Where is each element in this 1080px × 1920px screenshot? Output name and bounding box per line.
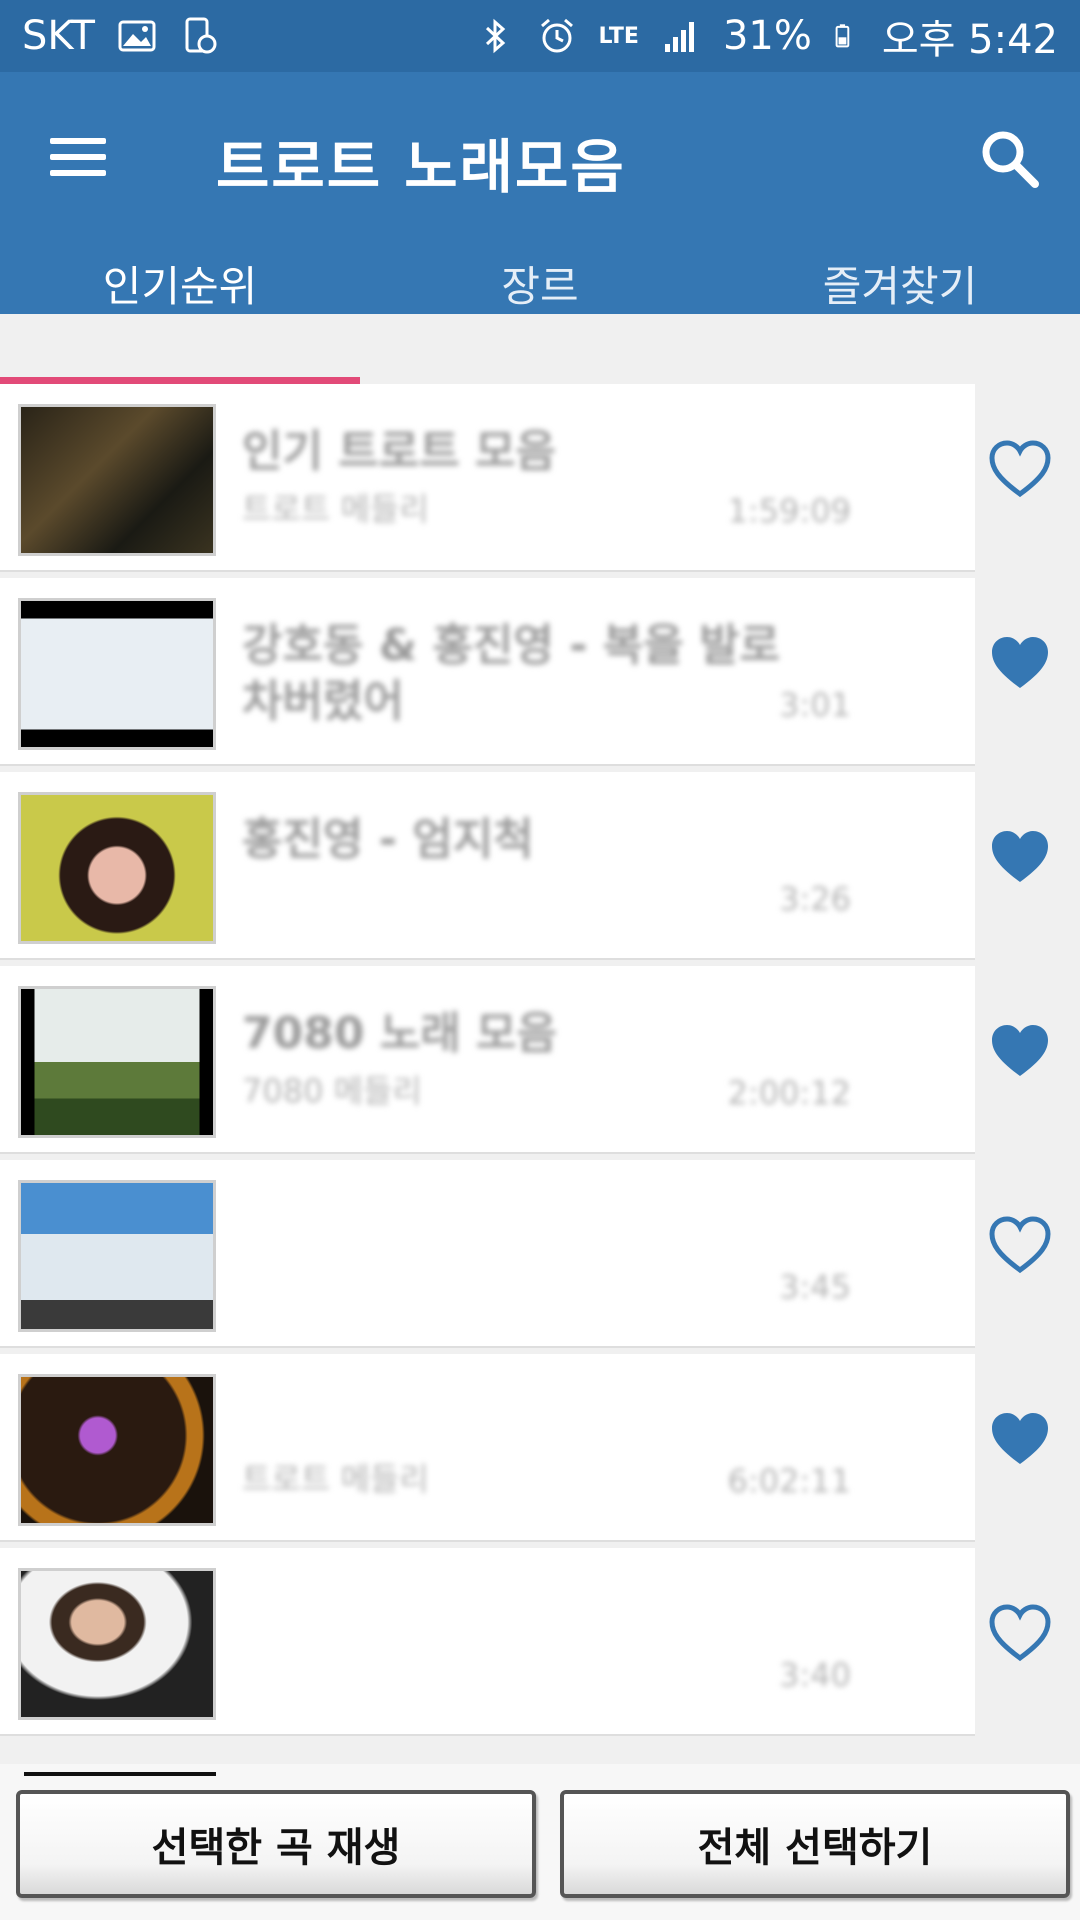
heart-filled-icon[interactable] [988, 1020, 1052, 1084]
song-subtitle: 7080 메들리 [242, 1072, 422, 1110]
list-item[interactable]: 3:40 [0, 1548, 1080, 1742]
carrier-label: SKT [22, 13, 95, 59]
list-item[interactable]: 7080 노래 모음 7080 메들리 2:00:12 [0, 966, 1080, 1160]
list-item[interactable]: 홍진영 - 엄지척 3:26 [0, 772, 1080, 966]
list-item[interactable]: 3:45 [0, 1160, 1080, 1354]
song-card[interactable]: 트로트 메들리 6:02:11 [0, 1354, 975, 1542]
song-title: 7080 노래 모음 [242, 1008, 558, 1059]
song-title: 강호동 & 홍진영 - 복을 발로 차버렸어 [242, 620, 781, 727]
song-list: 인기 트로트 모음 트로트 메들리 1:59:09 강호동 & 홍진영 - 복을… [0, 384, 1080, 1764]
play-selected-button[interactable]: 선택한 곡 재생 [16, 1790, 536, 1898]
bottom-action-bar: 선택한 곡 재생 전체 선택하기 [0, 1764, 1080, 1920]
page-title: 트로트 노래모음 [216, 133, 626, 201]
heart-filled-icon[interactable] [988, 1408, 1052, 1472]
video-thumbnail [18, 1180, 216, 1332]
video-thumbnail [18, 1568, 216, 1720]
status-bar: SKT LTE 31% 오후 5:42 [0, 0, 1080, 72]
select-all-button[interactable]: 전체 선택하기 [560, 1790, 1070, 1898]
song-card[interactable]: 인기 트로트 모음 트로트 메들리 1:59:09 [0, 384, 975, 572]
song-card[interactable]: 3:40 [0, 1548, 975, 1736]
song-card[interactable]: 홍진영 - 엄지척 3:26 [0, 772, 975, 960]
song-duration: 3:01 [779, 686, 851, 724]
screenshot-notification-icon [185, 17, 217, 54]
clock: 오후 5:42 [881, 17, 1058, 63]
menu-icon [50, 138, 106, 144]
song-card[interactable]: 7080 노래 모음 7080 메들리 2:00:12 [0, 966, 975, 1154]
song-duration: 6:02:11 [727, 1462, 851, 1500]
song-title: 홍진영 - 엄지척 [242, 814, 534, 865]
list-item[interactable]: 인기 트로트 모음 트로트 메들리 1:59:09 [0, 384, 1080, 578]
list-item[interactable]: 트로트 메들리 6:02:11 [0, 1354, 1080, 1548]
tab-genre[interactable]: 장르 [360, 234, 720, 384]
network-type-label: LTE [598, 23, 639, 49]
heart-filled-icon[interactable] [988, 632, 1052, 696]
list-item[interactable]: 강호동 & 홍진영 - 복을 발로 차버렸어 3:01 [0, 578, 1080, 772]
tab-favorites[interactable]: 즐겨찾기 [720, 234, 1080, 384]
song-duration: 2:00:12 [727, 1074, 851, 1112]
video-thumbnail [18, 598, 216, 750]
song-card[interactable]: 3:45 [0, 1160, 975, 1348]
video-thumbnail [18, 1374, 216, 1526]
tab-indicator [0, 377, 360, 384]
image-notification-icon [118, 20, 156, 52]
heart-outline-icon[interactable] [988, 438, 1052, 502]
song-subtitle: 트로트 메들리 [242, 490, 429, 528]
song-duration: 3:40 [779, 1656, 851, 1694]
heart-outline-icon[interactable] [988, 1602, 1052, 1666]
alarm-icon [540, 18, 573, 53]
menu-button[interactable] [50, 122, 120, 192]
video-thumbnail [18, 792, 216, 944]
heart-outline-icon[interactable] [988, 1214, 1052, 1278]
song-subtitle: 트로트 메들리 [242, 1460, 429, 1498]
bluetooth-icon [485, 18, 505, 54]
status-left: SKT [22, 13, 219, 59]
video-thumbnail [18, 986, 216, 1138]
heart-filled-icon[interactable] [988, 826, 1052, 890]
video-thumbnail [18, 404, 216, 556]
song-card[interactable]: 강호동 & 홍진영 - 복을 발로 차버렸어 3:01 [0, 578, 975, 766]
battery-icon [835, 24, 850, 48]
signal-icon [664, 22, 694, 52]
battery-percent: 31% [722, 13, 812, 59]
song-title: 인기 트로트 모음 [242, 426, 556, 477]
divider [24, 1772, 216, 1776]
song-duration: 3:26 [779, 880, 851, 918]
status-right: LTE 31% 오후 5:42 [475, 7, 1058, 65]
tab-popular[interactable]: 인기순위 [0, 234, 360, 384]
search-icon[interactable] [975, 124, 1045, 194]
song-duration: 1:59:09 [727, 492, 851, 530]
tab-bar: 인기순위 장르 즐겨찾기 [0, 234, 1080, 384]
song-duration: 3:45 [779, 1268, 851, 1306]
